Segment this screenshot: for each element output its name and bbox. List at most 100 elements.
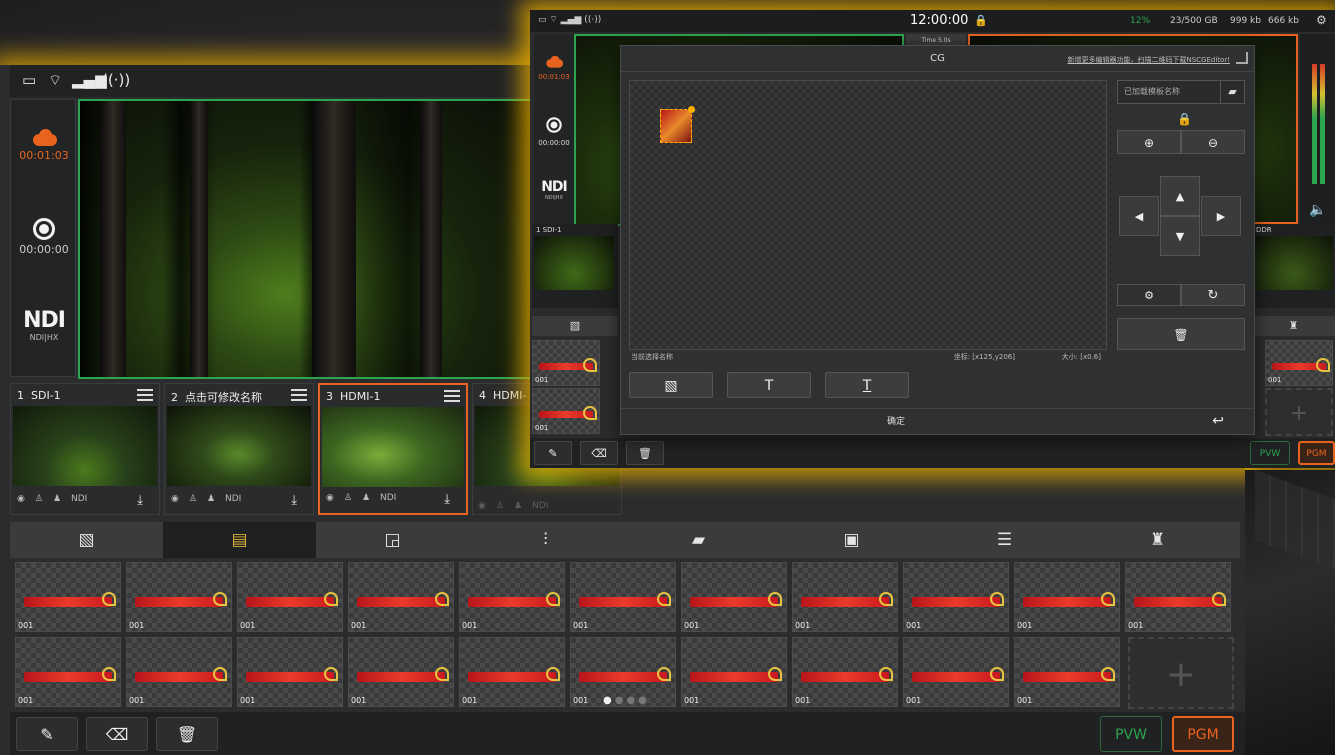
delete-button[interactable]: 🗑 <box>156 717 218 751</box>
cg-item[interactable]: 001 <box>570 562 676 632</box>
speaker-icon[interactable]: 🔈 <box>1309 202 1326 218</box>
delete-button[interactable]: 🗑 <box>626 441 664 465</box>
stream-status[interactable]: 00:01:03 <box>534 54 574 81</box>
ndi-toggle[interactable]: NDI <box>225 494 241 504</box>
cg-item[interactable]: 001 <box>792 562 898 632</box>
download-icon[interactable]: ⤓ <box>291 493 297 508</box>
cg-item[interactable]: 001 <box>1014 562 1120 632</box>
download-icon[interactable]: ⤓ <box>444 492 450 507</box>
download-icon[interactable]: ⤓ <box>137 493 143 508</box>
add-scroll-text-button[interactable]: T <box>825 372 909 398</box>
preview-window[interactable] <box>78 99 538 379</box>
source-tile-1[interactable]: 1 SDI-1 <box>532 224 618 308</box>
tab-countdown[interactable]: ▣ <box>775 522 928 558</box>
source-tile-ddr[interactable]: DDR <box>1252 224 1335 308</box>
menu-icon[interactable] <box>291 389 307 401</box>
zoom-out-button[interactable]: ⊖ <box>1181 130 1245 154</box>
tab-audio[interactable]: ⫶ <box>469 522 622 558</box>
source-tile-3[interactable]: 3 HDMI-1 ◉ ♙ ♟ NDI ⤓ <box>318 383 468 515</box>
ndi-toggle[interactable]: NDI <box>380 493 396 503</box>
menu-icon[interactable] <box>137 389 153 401</box>
page-dot-active[interactable]: ● <box>603 695 615 706</box>
cg-item[interactable]: 001 <box>459 637 565 707</box>
mic-icon[interactable]: ♙ <box>35 494 43 504</box>
page-indicator[interactable]: ●●●● <box>603 695 650 706</box>
reset-button[interactable]: ↻ <box>1181 284 1245 306</box>
settings-button[interactable]: ⚙ <box>1117 284 1181 306</box>
add-text-button[interactable]: T <box>727 372 811 398</box>
cg-item[interactable]: 001 <box>681 637 787 707</box>
add-cg-button[interactable]: + <box>1265 388 1333 436</box>
cg-item[interactable]: 001 <box>237 562 343 632</box>
record-status[interactable]: 00:00:00 <box>534 114 574 147</box>
tab-cg[interactable]: ▤ <box>163 522 316 558</box>
add-cg-button[interactable]: + <box>1128 637 1234 709</box>
tab-scene[interactable]: ♜ <box>1081 522 1234 558</box>
ndi-status[interactable]: NDI NDI|HX <box>534 179 574 201</box>
back-icon[interactable]: ↩ <box>1212 413 1224 429</box>
pgm-button[interactable]: PGM <box>1298 441 1335 465</box>
move-down-button[interactable]: ▼ <box>1160 216 1200 256</box>
pvw-button[interactable]: PVW <box>1100 716 1162 752</box>
template-name-input[interactable]: 已加载模板名称 ▰ <box>1117 80 1245 104</box>
person-icon[interactable]: ♟ <box>207 494 215 504</box>
expand-icon[interactable] <box>1236 52 1248 64</box>
gear-icon[interactable]: ⚙ <box>1316 13 1327 27</box>
tab-image[interactable]: ▧ <box>532 316 618 336</box>
pgm-button[interactable]: PGM <box>1172 716 1234 752</box>
cg-item[interactable]: 001 <box>792 637 898 707</box>
menu-icon[interactable] <box>444 390 460 402</box>
person-icon[interactable]: ♟ <box>53 494 61 504</box>
eye-icon[interactable]: ◉ <box>326 493 334 503</box>
cg-item[interactable]: 001 <box>237 637 343 707</box>
delete-element-button[interactable]: 🗑 <box>1117 318 1245 350</box>
ndi-toggle[interactable]: NDI <box>71 494 87 504</box>
record-status[interactable]: 00:00:00 <box>11 218 77 256</box>
confirm-button[interactable]: 确定 <box>621 409 1171 435</box>
cg-item[interactable]: 001 <box>459 562 565 632</box>
cg-item[interactable]: 001 <box>348 637 454 707</box>
cg-item[interactable]: 001 <box>126 562 232 632</box>
cg-canvas[interactable] <box>629 80 1107 350</box>
clear-button[interactable]: ⌫ <box>580 441 618 465</box>
cg-item[interactable]: 001 <box>903 637 1009 707</box>
ndi-status[interactable]: NDI NDI|HX <box>11 308 77 342</box>
move-up-button[interactable]: ▲ <box>1160 176 1200 216</box>
cg-item[interactable]: 001 <box>532 340 600 386</box>
folder-open-icon[interactable]: ▰ <box>1220 81 1244 103</box>
eye-icon[interactable]: ◉ <box>171 494 179 504</box>
cg-item[interactable]: 001 <box>1265 340 1333 386</box>
cg-item[interactable]: 001 <box>348 562 454 632</box>
cg-item[interactable]: 001 <box>1125 562 1231 632</box>
stream-status[interactable]: 00:01:03 <box>11 129 77 162</box>
tab-notes[interactable]: ☰ <box>928 522 1081 558</box>
source-tile-2[interactable]: 2 点击可修改名称 ◉ ♙ ♟ NDI ⤓ <box>164 383 314 515</box>
cg-item[interactable]: 001 <box>126 637 232 707</box>
edit-button[interactable]: ✎ <box>16 717 78 751</box>
person-icon[interactable]: ♟ <box>362 493 370 503</box>
add-image-button[interactable]: ▧ <box>629 372 713 398</box>
cg-item[interactable]: 001 <box>15 562 121 632</box>
tab-pip[interactable]: ◲ <box>316 522 469 558</box>
pvw-button[interactable]: PVW <box>1250 441 1290 465</box>
tab-scene[interactable]: ♜ <box>1252 316 1335 336</box>
tab-media[interactable]: ▰ <box>622 522 775 558</box>
cg-item[interactable]: 001 <box>532 388 600 434</box>
editor-download-hint[interactable]: 新增更多编辑器功能，扫描二维码下载NSCGEditor! <box>1067 55 1230 65</box>
source-tile-1[interactable]: 1 SDI-1 ◉ ♙ ♟ NDI ⤓ <box>10 383 160 515</box>
lock-icon[interactable]: 🔒 <box>1177 112 1192 126</box>
tab-image[interactable]: ▧ <box>10 522 163 558</box>
mic-icon[interactable]: ♙ <box>189 494 197 504</box>
cg-item[interactable]: 001 <box>15 637 121 707</box>
move-right-button[interactable]: ▶ <box>1201 196 1241 236</box>
move-left-button[interactable]: ◀ <box>1119 196 1159 236</box>
cg-item[interactable]: 001 <box>903 562 1009 632</box>
mic-icon[interactable]: ♙ <box>344 493 352 503</box>
eye-icon[interactable]: ◉ <box>17 494 25 504</box>
cg-item[interactable]: 001 <box>1014 637 1120 707</box>
edit-button[interactable]: ✎ <box>534 441 572 465</box>
cg-item[interactable]: 001 <box>681 562 787 632</box>
clear-button[interactable]: ⌫ <box>86 717 148 751</box>
cg-element[interactable] <box>660 106 695 143</box>
zoom-in-button[interactable]: ⊕ <box>1117 130 1181 154</box>
